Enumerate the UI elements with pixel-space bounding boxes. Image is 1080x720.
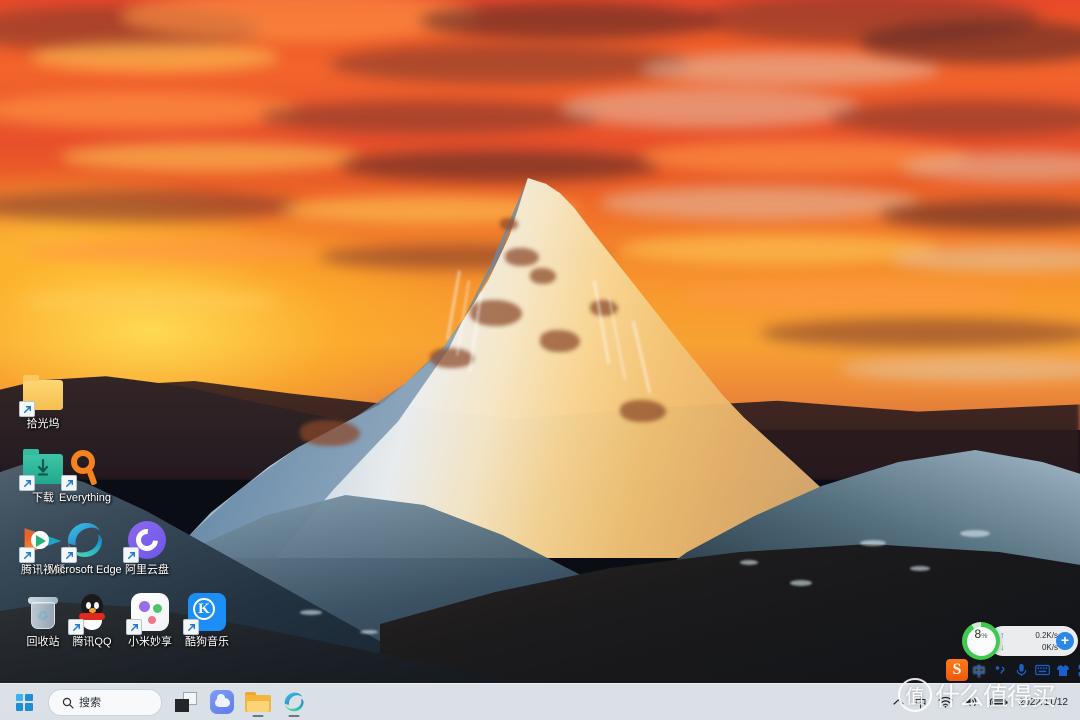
- widget-expand-button[interactable]: +: [1056, 632, 1074, 650]
- taskbar-microsoft-edge-button[interactable]: [278, 686, 310, 718]
- tray-battery-button[interactable]: [988, 690, 1010, 714]
- network-rate-pill[interactable]: ↑ 0.2K/s ↓ 0K/s +: [988, 626, 1078, 656]
- desktop-icon-label: Everything: [59, 492, 111, 504]
- shortcut-arrow-icon: [126, 619, 142, 635]
- taskbar-task-view-button[interactable]: [170, 686, 202, 718]
- edge-icon: [61, 518, 107, 563]
- desktop-icon-kugou-music-app[interactable]: K 酷狗音乐: [170, 590, 244, 648]
- ime-language-mode-button[interactable]: 中: [969, 659, 989, 681]
- cloud-icon: [210, 690, 234, 714]
- shortcut-arrow-icon: [19, 475, 35, 491]
- desktop-icon-label: 酷狗音乐: [185, 636, 229, 648]
- tray-volume-button[interactable]: [962, 690, 981, 714]
- desktop-icon-label: 阿里云盘: [125, 564, 169, 576]
- ime-punctuation-toggle-button[interactable]: [990, 659, 1010, 681]
- task-view-icon: [175, 692, 197, 712]
- shortcut-arrow-icon: [61, 475, 77, 491]
- start-button[interactable]: [8, 686, 40, 718]
- taskbar-left-group: 搜索: [8, 684, 310, 720]
- file-explorer-icon: [245, 691, 271, 713]
- shortcut-arrow-icon: [68, 619, 84, 635]
- cpu-usage-value: 8: [974, 626, 982, 641]
- taskbar-active-indicator: [288, 714, 300, 717]
- upload-rate-value: 0.2K/s: [1035, 630, 1058, 640]
- desktop[interactable]: 拾光坞 下载 Everything 腾讯视频 Microsoft Edge 阿里…: [0, 0, 1080, 720]
- ime-skin-button[interactable]: [1053, 659, 1073, 681]
- download-rate-value: 0K/s: [1041, 642, 1058, 652]
- desktop-icon-everything-app[interactable]: Everything: [48, 446, 122, 504]
- shortcut-arrow-icon: [123, 547, 139, 563]
- tray-overflow-button[interactable]: [891, 690, 906, 714]
- cpu-usage-gauge[interactable]: 8 %: [962, 622, 1000, 660]
- taskbar-file-explorer-button[interactable]: [242, 686, 274, 718]
- taskbar-system-tray: 中 2022/11/12: [891, 684, 1072, 720]
- shortcut-arrow-icon: [61, 547, 77, 563]
- shortcut-arrow-icon: [183, 619, 199, 635]
- taskbar-search-box[interactable]: 搜索: [48, 688, 162, 716]
- qq-penguin-icon: [68, 590, 114, 635]
- everything-search-icon: [61, 446, 107, 491]
- desktop-icon-shiguangwu-folder[interactable]: 拾光坞: [6, 372, 80, 430]
- aliyun-drive-icon: [123, 518, 169, 563]
- desktop-icon-aliyun-drive-app[interactable]: 阿里云盘: [110, 518, 184, 576]
- search-icon: [62, 696, 74, 709]
- folder-icon: [19, 372, 65, 417]
- shortcut-arrow-icon: [19, 401, 35, 417]
- clock-date: 2022/11/12: [1018, 696, 1068, 708]
- desktop-icon-label: 拾光坞: [26, 418, 60, 430]
- upload-arrow-icon: ↑: [1000, 629, 1005, 640]
- ime-soft-keyboard-button[interactable]: [1032, 659, 1052, 681]
- taskbar[interactable]: 搜索 中 2022/11/12: [0, 683, 1080, 720]
- download-arrow-icon: ↓: [1000, 641, 1005, 652]
- tray-ime-indicator[interactable]: 中: [913, 690, 929, 714]
- kugou-music-icon: K: [183, 590, 229, 635]
- sogou-ime-toolbar[interactable]: S 中: [946, 658, 1080, 682]
- network-rates: ↑ 0.2K/s ↓ 0K/s: [1000, 629, 1058, 653]
- ime-voice-input-button[interactable]: [1011, 659, 1031, 681]
- tray-wifi-button[interactable]: [936, 690, 955, 714]
- ime-toolbox-button[interactable]: [1074, 659, 1080, 681]
- edge-icon: [282, 690, 306, 714]
- windows-logo-icon: [15, 693, 33, 711]
- xiaomi-share-icon: [126, 590, 172, 635]
- taskbar-clock[interactable]: 2022/11/12: [1017, 696, 1072, 709]
- shortcut-arrow-icon: [19, 547, 35, 563]
- cpu-usage-unit: %: [981, 632, 988, 640]
- taskbar-active-indicator: [252, 714, 264, 717]
- sogou-logo-icon[interactable]: S: [946, 659, 968, 681]
- taskbar-weiyun-cloud-button[interactable]: [206, 686, 238, 718]
- search-placeholder: 搜索: [79, 697, 101, 709]
